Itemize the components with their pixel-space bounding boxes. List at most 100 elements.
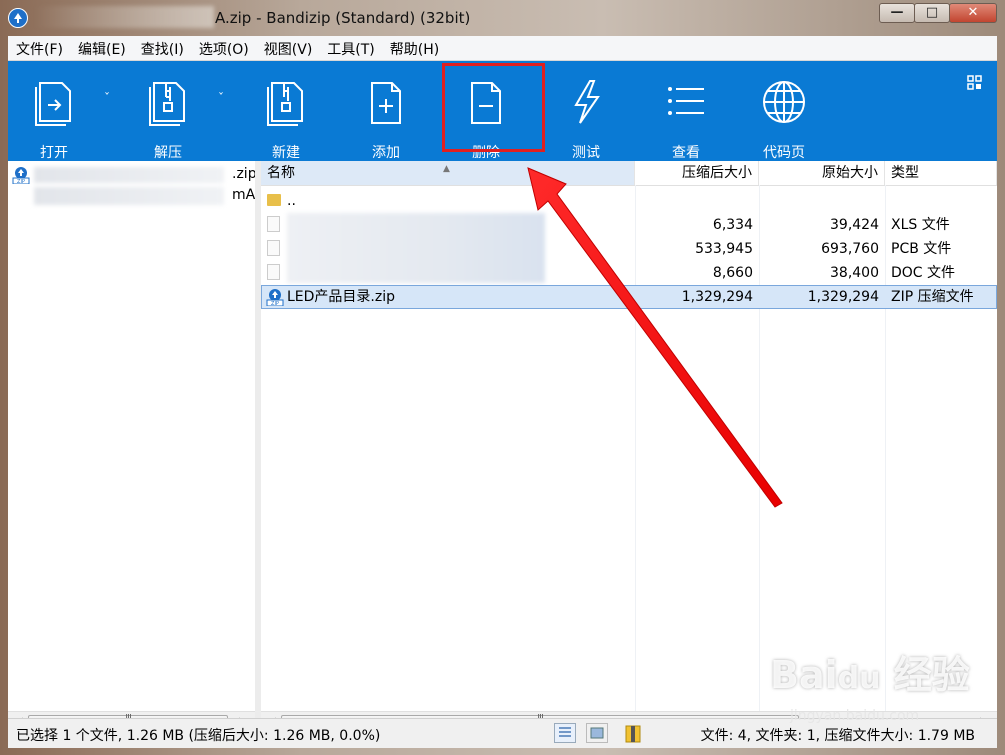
original-size: 39,424 [830, 217, 879, 233]
tree-folder-label: mA [232, 187, 256, 203]
zip-archive-icon: ZIP [12, 167, 30, 184]
extract-button[interactable]: 解压 [128, 69, 208, 161]
folder-tree-pane[interactable]: ZIP .zip mA [8, 161, 257, 711]
selection-status: 已选择 1 个文件, 1.26 MB (压缩后大小: 1.26 MB, 0.0%… [16, 728, 381, 744]
file-type: ZIP 压缩文件 [891, 289, 974, 305]
add-button[interactable]: 添加 [346, 69, 426, 161]
column-name-label: 名称 [267, 165, 295, 181]
table-row[interactable]: 533,945 693,760 PCB 文件 [261, 237, 997, 261]
original-size: 693,760 [821, 241, 879, 257]
baidu-watermark-url: jingyan.baidu.com [790, 708, 920, 724]
sort-ascending-icon: ▲ [443, 164, 450, 174]
tree-item-label: .zip [232, 166, 257, 182]
bandizip-app-icon[interactable] [8, 8, 28, 28]
packed-size: 1,329,294 [681, 289, 753, 305]
table-row[interactable]: 6,334 39,424 XLS 文件 [261, 213, 997, 237]
file-icon [267, 240, 280, 256]
tree-item-archive[interactable]: ZIP .zip [12, 165, 257, 185]
menu-edit[interactable]: 编辑(E) [70, 36, 133, 60]
codepage-button[interactable]: 代码页 [744, 69, 824, 161]
file-icon [267, 216, 280, 232]
packed-size: 8,660 [712, 265, 753, 281]
column-packed-label: 压缩后大小 [682, 165, 752, 181]
open-button[interactable]: 打开 [14, 69, 94, 161]
layout-toggle-icon[interactable] [967, 75, 983, 91]
archive-info-icon [625, 725, 641, 743]
test-button[interactable]: 测试 [546, 69, 626, 161]
column-type-label: 类型 [891, 165, 919, 181]
view-label: 查看 [672, 145, 700, 161]
thumbnail-view-toggle[interactable] [586, 723, 608, 743]
table-row[interactable]: .. [261, 189, 997, 213]
details-view-icon [559, 727, 571, 737]
extract-label: 解压 [154, 145, 182, 161]
test-label: 测试 [572, 145, 600, 161]
column-header-packed[interactable]: 压缩后大小 [635, 161, 759, 185]
new-label: 新建 [272, 145, 300, 161]
extract-dropdown-arrow[interactable]: ˇ [218, 91, 224, 105]
tree-item-folder[interactable]: mA [12, 187, 255, 207]
menu-bar: 文件(F) 编辑(E) 查找(I) 选项(O) 视图(V) 工具(T) 帮助(H… [8, 36, 997, 61]
original-size: 1,329,294 [807, 289, 879, 305]
svg-text:ZIP: ZIP [271, 301, 279, 306]
svg-text:ZIP: ZIP [17, 179, 25, 184]
close-icon: ✕ [967, 5, 979, 20]
codepage-label: 代码页 [763, 145, 805, 161]
table-row[interactable]: 8,660 38,400 DOC 文件 [261, 261, 997, 285]
details-view-toggle[interactable] [554, 723, 576, 743]
maximize-icon: □ [925, 5, 939, 20]
add-file-icon [371, 82, 401, 124]
table-row-selected[interactable]: ZIP LED产品目录.zip 1,329,294 1,329,294 ZIP … [261, 285, 997, 309]
file-type: XLS 文件 [891, 217, 950, 233]
add-label: 添加 [372, 145, 400, 161]
folder-icon [267, 194, 281, 206]
tree-blurred-name [34, 167, 224, 183]
title-blurred-region [34, 6, 214, 28]
list-view-icon [668, 87, 704, 115]
extract-icon [149, 82, 185, 126]
file-name: LED产品目录.zip [287, 289, 396, 305]
view-button[interactable]: 查看 [646, 69, 726, 161]
menu-file[interactable]: 文件(F) [8, 36, 70, 60]
packed-size: 6,334 [712, 217, 753, 233]
thumbnail-view-icon [590, 727, 604, 739]
column-original-label: 原始大小 [822, 165, 878, 181]
delete-highlight-annotation [442, 63, 545, 152]
minimize-icon: — [890, 5, 904, 20]
window-title: A.zip - Bandizip (Standard) (32bit) [215, 9, 471, 27]
tree-blurred-folder [34, 187, 224, 205]
globe-icon [763, 81, 805, 123]
close-button[interactable]: ✕ [949, 3, 997, 23]
menu-view[interactable]: 视图(V) [256, 36, 320, 60]
title-bar: A.zip - Bandizip (Standard) (32bit) — □ … [0, 0, 1005, 36]
column-header-type[interactable]: 类型 [885, 161, 997, 185]
client-area: 文件(F) 编辑(E) 查找(I) 选项(O) 视图(V) 工具(T) 帮助(H… [8, 36, 997, 748]
open-label: 打开 [40, 145, 68, 161]
menu-help[interactable]: 帮助(H) [382, 36, 446, 60]
column-header-original[interactable]: 原始大小 [759, 161, 885, 185]
menu-find[interactable]: 查找(I) [133, 36, 191, 60]
app-window: A.zip - Bandizip (Standard) (32bit) — □ … [0, 0, 1005, 755]
open-dropdown-arrow[interactable]: ˇ [104, 91, 110, 105]
column-header-name[interactable]: 名称 ▲ [261, 161, 635, 185]
file-list-pane[interactable]: 名称 ▲ 压缩后大小 原始大小 类型 .. 6,334 39,424 XLS 文… [261, 161, 997, 711]
new-archive-button[interactable]: 新建 [246, 69, 326, 161]
minimize-button[interactable]: — [879, 3, 915, 23]
lightning-icon [574, 80, 600, 124]
file-name: .. [287, 193, 296, 209]
file-list-header: 名称 ▲ 压缩后大小 原始大小 类型 [261, 161, 997, 186]
new-archive-icon [267, 82, 303, 126]
original-size: 38,400 [830, 265, 879, 281]
open-icon [35, 82, 71, 126]
packed-size: 533,945 [695, 241, 753, 257]
menu-options[interactable]: 选项(O) [191, 36, 256, 60]
menu-tools[interactable]: 工具(T) [319, 36, 381, 60]
baidu-watermark-logo: Baidu 经验 [770, 653, 970, 697]
file-type: DOC 文件 [891, 265, 956, 281]
zip-archive-icon: ZIP [266, 289, 284, 306]
toolbar: 打开 ˇ 解压 ˇ 新建 添加 删除 测试 查看 代码页 [8, 61, 997, 161]
maximize-button[interactable]: □ [914, 3, 950, 23]
archive-summary-status: 文件: 4, 文件夹: 1, 压缩文件大小: 1.79 MB [700, 728, 975, 744]
file-icon [267, 264, 280, 280]
file-type: PCB 文件 [891, 241, 952, 257]
